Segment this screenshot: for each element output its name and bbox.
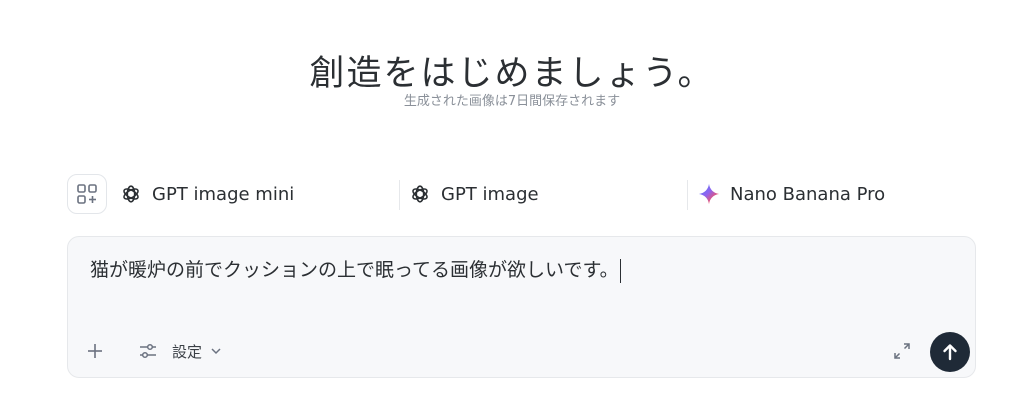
expand-icon: [894, 343, 910, 359]
model-label: GPT image mini: [152, 183, 295, 205]
settings-label: 設定: [172, 342, 203, 361]
model-option-gpt-image-mini[interactable]: GPT image mini: [120, 174, 294, 214]
openai-icon: [123, 185, 139, 203]
text-caret: [619, 258, 622, 283]
gemini-sparkle-icon: [698, 183, 720, 205]
add-attachment-button[interactable]: [84, 340, 106, 362]
prompt-input[interactable]: 猫が暖炉の前でクッションの上で眠ってる画像が欲しいです。: [90, 255, 622, 283]
model-label: Nano Banana Pro: [730, 183, 886, 205]
expand-button[interactable]: [892, 341, 912, 361]
prompt-value: 猫が暖炉の前でクッションの上で眠ってる画像が欲しいです。: [90, 259, 619, 281]
apps-button[interactable]: [67, 174, 107, 214]
page-title: 創造をはじめましょう。: [309, 54, 715, 95]
openai-icon: [412, 185, 428, 203]
divider: [399, 180, 400, 210]
settings-button[interactable]: 設定: [138, 339, 222, 363]
apps-grid-icon: [77, 184, 97, 204]
model-label: GPT image: [441, 183, 539, 205]
prompt-composer: 猫が暖炉の前でクッションの上で眠ってる画像が欲しいです。 設定: [67, 236, 976, 378]
page-subtitle: 生成された画像は7日間保存されます: [403, 94, 621, 109]
model-option-gpt-image[interactable]: GPT image: [409, 174, 539, 214]
sliders-icon: [140, 343, 156, 359]
model-option-nano-banana-pro[interactable]: Nano Banana Pro: [698, 174, 885, 214]
divider: [687, 180, 688, 210]
plus-icon: [88, 344, 102, 358]
send-button[interactable]: [930, 332, 970, 372]
arrow-up-icon: [943, 344, 957, 361]
chevron-down-icon: [211, 348, 221, 355]
model-selector-row: GPT image mini GPT image Nano Banana Pro: [67, 174, 976, 214]
